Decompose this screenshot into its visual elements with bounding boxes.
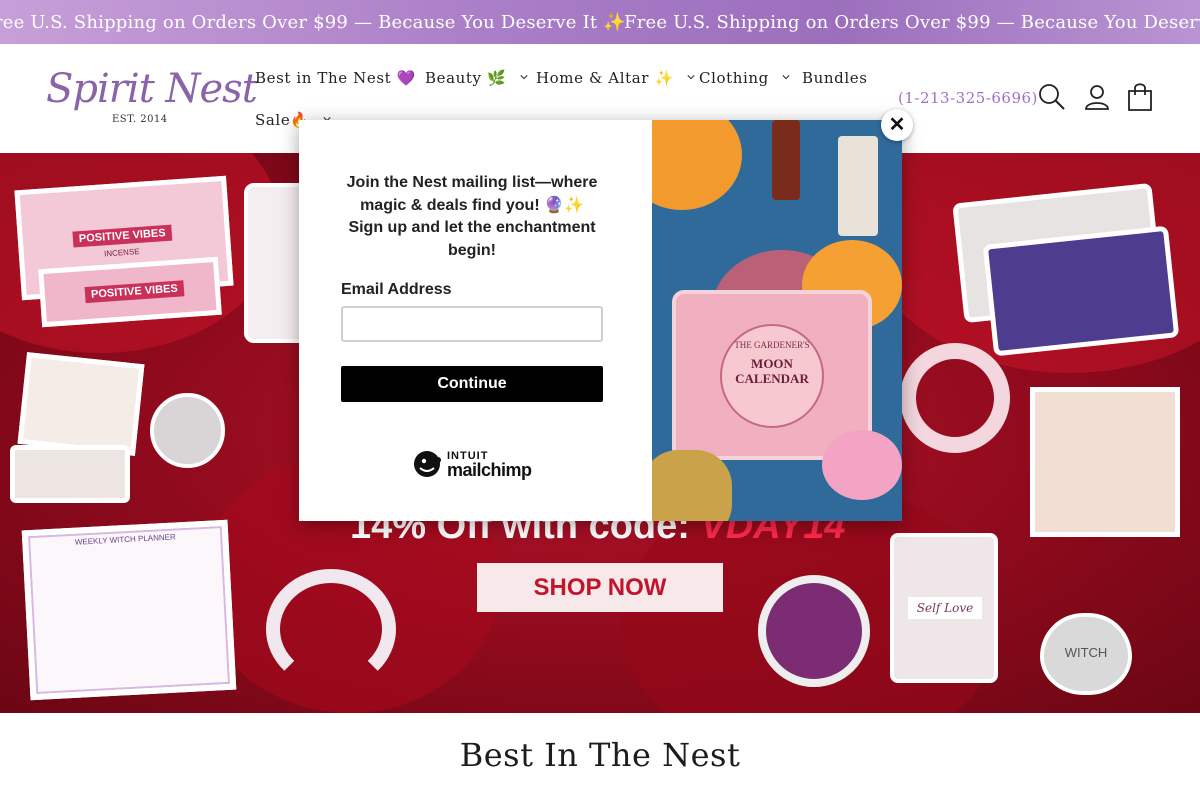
calendar-sub: THE GARDENER'S [734, 340, 810, 350]
search-icon[interactable] [1037, 82, 1067, 112]
popup-message-line: Sign up and let the enchantment begin! [348, 219, 596, 259]
bottle-image [772, 120, 800, 200]
chevron-down-icon [782, 75, 790, 80]
perfume-label: Self Love [908, 597, 982, 619]
nav-item-home-altar[interactable]: Home & Altar ✨ [536, 69, 695, 87]
witch-charm-product: WITCH [1040, 613, 1132, 695]
nav-label: Best in The Nest 💜 [255, 69, 416, 87]
bracelet-product [900, 343, 1010, 453]
nav-item-bundles[interactable]: Bundles [802, 69, 868, 87]
email-field[interactable] [341, 306, 603, 342]
popup-form-panel: Join the Nest mailing list—where magic &… [299, 120, 652, 521]
logo-est: EST. 2014 [112, 114, 168, 125]
bottle-image [838, 136, 878, 236]
charm-text: WITCH [1064, 645, 1108, 660]
chevron-down-icon [687, 75, 695, 80]
incense-sub-label: INCENSE [103, 246, 140, 259]
shop-now-button[interactable]: SHOP NOW [477, 563, 723, 612]
nav-item-clothing[interactable]: Clothing [699, 69, 790, 87]
newsletter-popup: Join the Nest mailing list—where magic &… [299, 120, 902, 521]
account-icon[interactable] [1082, 82, 1112, 112]
cart-icon[interactable] [1125, 82, 1155, 112]
popup-close-button[interactable]: ✕ [881, 109, 913, 141]
site-logo[interactable]: Spirit Nest EST. 2014 [46, 66, 258, 132]
soap-product [10, 445, 130, 503]
chevron-down-icon [520, 75, 528, 80]
crystal-card-product [1030, 387, 1180, 537]
phone-number[interactable]: (1-213-325-6696) [898, 89, 1038, 107]
mailchimp-logo: INTUIT mailchimp [411, 446, 535, 482]
logo-name: Spirit Nest [46, 66, 258, 112]
clutch-product [982, 225, 1180, 357]
nav-label: Bundles [802, 69, 868, 87]
lip-jar-product [758, 575, 870, 687]
calendar-title: MOON CALENDAR [735, 356, 809, 386]
nav-label: Home & Altar ✨ [536, 69, 674, 87]
popup-message: Join the Nest mailing list—where magic &… [341, 172, 603, 262]
announcement-text: Free U.S. Shipping on Orders Over $99 — … [624, 12, 1200, 33]
section-title: Best In The Nest [459, 736, 741, 774]
announcement-text: ree U.S. Shipping on Orders Over $99 — B… [0, 12, 626, 33]
perfume-bottle-product: Self Love [890, 533, 998, 683]
witch-planner-product: WEEKLY WITCH PLANNER [21, 519, 237, 701]
nav-label: Beauty 🌿 [425, 69, 507, 87]
email-label: Email Address [341, 281, 452, 298]
pineapple-image [652, 450, 732, 521]
continue-button[interactable]: Continue [341, 366, 603, 402]
nav-label: Clothing [699, 69, 769, 87]
incense-label: POSITIVE VIBES [84, 280, 185, 304]
popup-product-image: THE GARDENER'S MOON CALENDAR [652, 120, 902, 521]
popup-message-line: Join the Nest mailing list—where magic &… [346, 174, 598, 214]
mailchimp-brand-bottom: mailchimp [447, 460, 532, 480]
headband-product [266, 569, 396, 689]
tea-infuser-product [150, 393, 225, 468]
mango-image [652, 120, 742, 210]
nav-item-beauty[interactable]: Beauty 🌿 [425, 69, 528, 87]
flower-image [822, 430, 902, 500]
mailchimp-freddie-icon [414, 451, 441, 477]
announcement-bar: ree U.S. Shipping on Orders Over $99 — B… [0, 0, 1200, 44]
incense-label: POSITIVE VIBES [72, 224, 173, 248]
nav-item-best-in-the-nest[interactable]: Best in The Nest 💜 [255, 69, 416, 87]
planner-title: WEEKLY WITCH PLANNER [74, 532, 177, 547]
soap-product [17, 352, 145, 456]
